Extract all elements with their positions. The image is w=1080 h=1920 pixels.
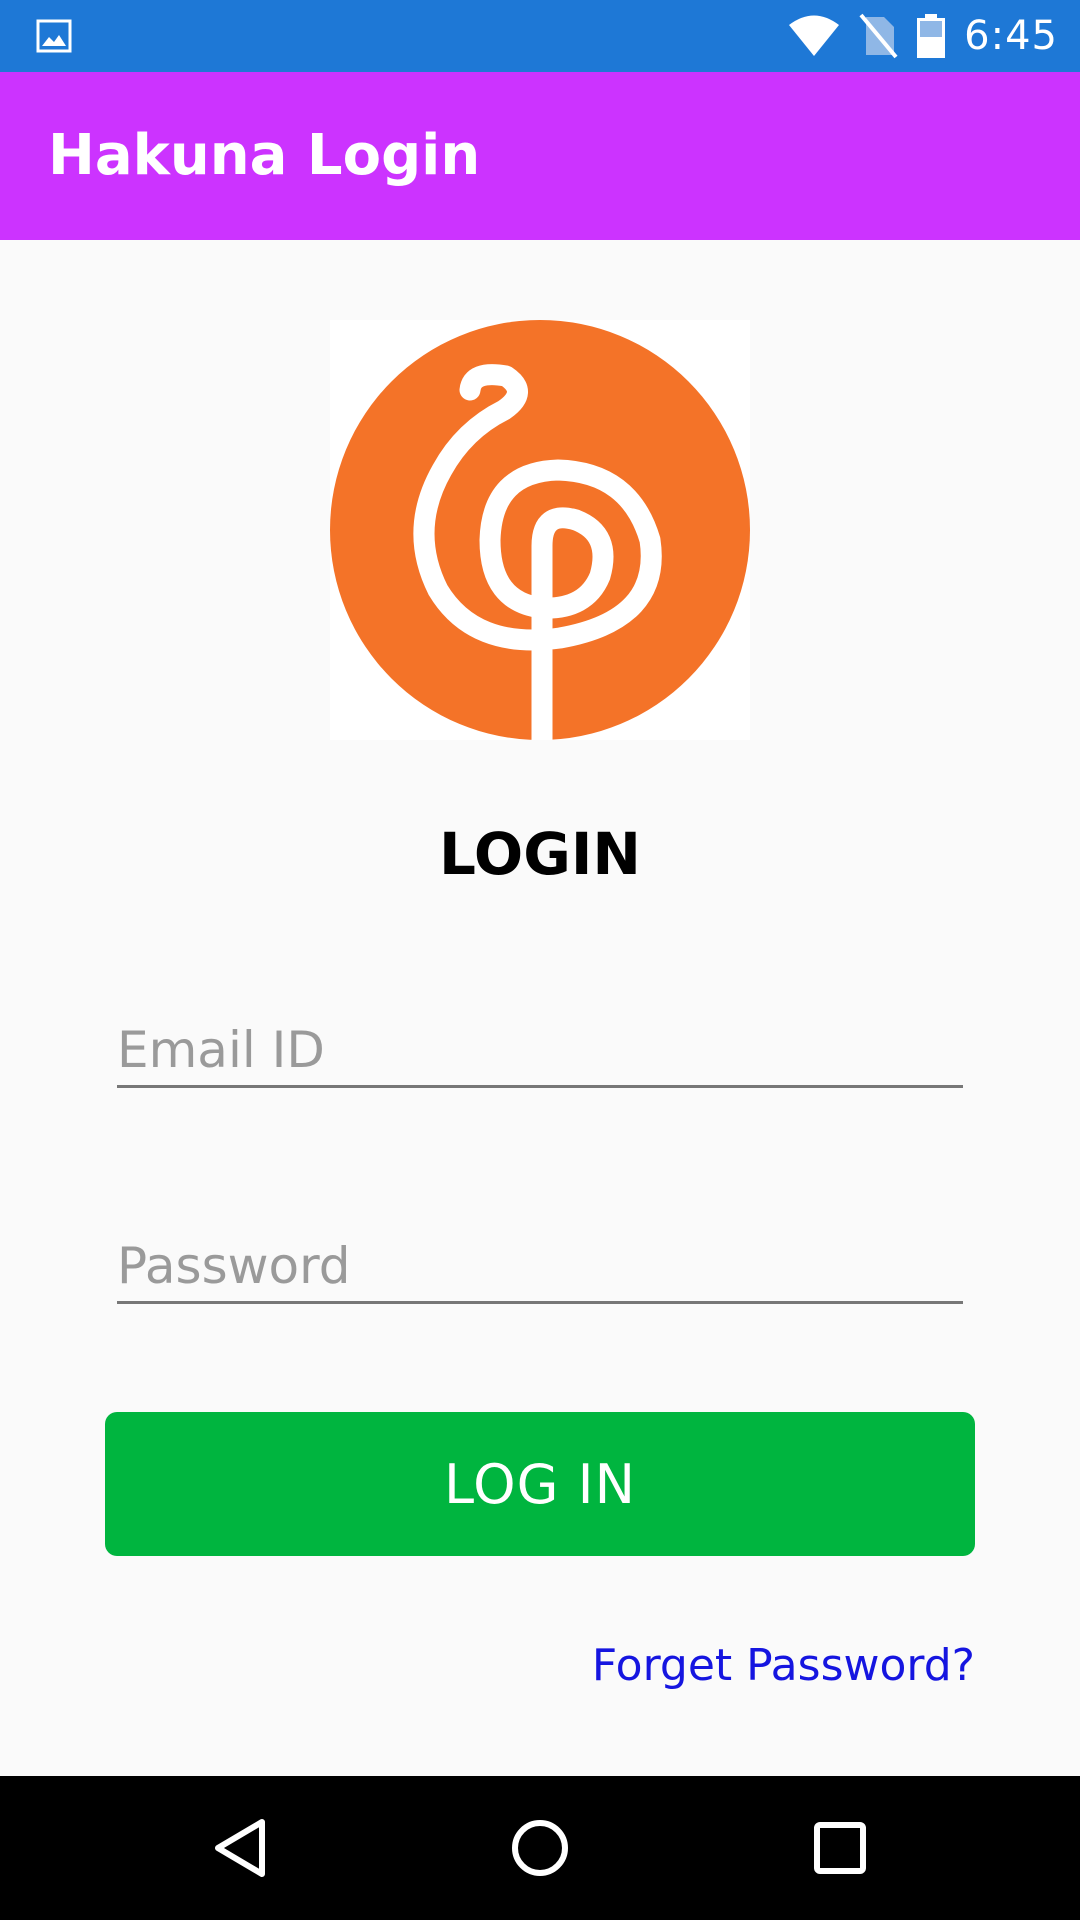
hakuna-logo <box>330 320 750 751</box>
back-button[interactable] <box>204 1812 276 1884</box>
hakuna-logo-icon <box>330 320 750 751</box>
password-field[interactable] <box>117 1231 963 1304</box>
status-time: 6:45 <box>964 13 1058 59</box>
recents-icon <box>814 1822 866 1874</box>
no-sim-icon <box>859 13 898 59</box>
app-bar: Hakuna Login <box>0 72 1080 240</box>
login-button[interactable]: LOG IN <box>105 1412 975 1556</box>
status-bar: 6:45 <box>0 0 1080 72</box>
recents-button[interactable] <box>804 1812 876 1884</box>
email-field[interactable] <box>117 1015 963 1088</box>
forget-password-link[interactable]: Forget Password? <box>592 1640 975 1691</box>
image-icon <box>36 19 72 53</box>
back-icon <box>215 1819 265 1877</box>
app-title: Hakuna Login <box>48 123 481 188</box>
home-icon <box>512 1820 568 1876</box>
home-button[interactable] <box>504 1812 576 1884</box>
battery-icon <box>917 14 946 58</box>
login-heading: LOGIN <box>439 820 641 888</box>
login-screen: 6:45 Hakuna Login LOGIN LOG IN Forget Pa… <box>0 0 1080 1920</box>
status-icons: 6:45 <box>788 0 1058 72</box>
wifi-icon <box>789 15 840 56</box>
navigation-bar <box>0 1776 1080 1920</box>
